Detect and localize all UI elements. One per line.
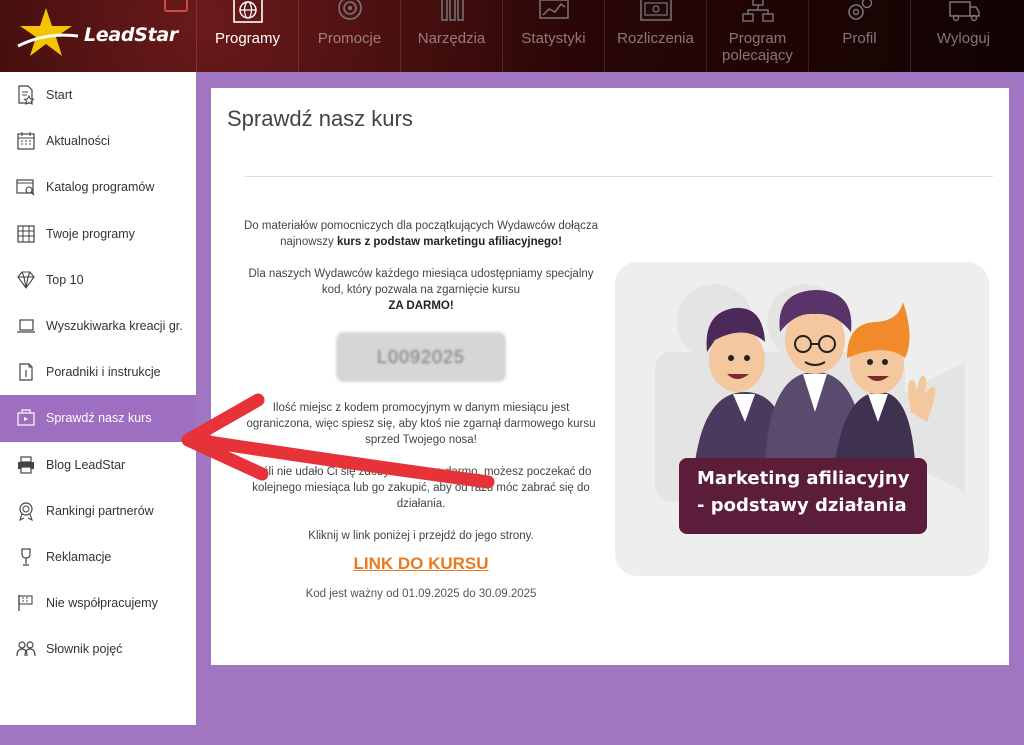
sidebar-item-rankingi-partnerow[interactable]: Rankingi partnerów: [0, 488, 196, 534]
limit-paragraph: Ilość miejsc z kodem promocyjnym w danym…: [246, 402, 596, 446]
nav-label: Statystyki: [521, 30, 586, 47]
nav-label: Wyloguj: [936, 30, 991, 47]
nav-promocje[interactable]: Promocje: [298, 0, 400, 72]
nav-label: Profil: [842, 30, 877, 47]
intro-bold-text: kurs z podstaw marketingu afiliacyjnego!: [336, 236, 562, 248]
sidebar-item-slownik-pojec[interactable]: Słownik pojęć: [0, 626, 196, 672]
course-banner: Marketing afiliacyjny - podstawy działan…: [679, 458, 927, 534]
sidebar-item-label: Rankingi partnerów: [46, 503, 154, 518]
nav-label: Programy: [214, 30, 281, 47]
course-icon: [16, 408, 36, 428]
network-icon: [740, 0, 776, 26]
top-navigation-bar: LeadStar Programy Promocje Narzędzia Sta…: [0, 0, 1024, 72]
sidebar-item-label: Nie współpracujemy: [46, 596, 158, 611]
money-icon: [638, 0, 674, 26]
tools-icon: [434, 0, 470, 26]
guide-icon: [16, 362, 36, 382]
diamond-icon: [16, 270, 36, 290]
promo-code-box[interactable]: L0092025: [336, 332, 506, 382]
sidebar-item-label: Start: [46, 88, 73, 103]
sidebar-item-label: Twoje programy: [46, 226, 135, 241]
sidebar-item-twoje-programy[interactable]: Twoje programy: [0, 211, 196, 257]
sidebar-item-start[interactable]: Start: [0, 72, 196, 118]
leadstar-logo[interactable]: LeadStar: [0, 0, 196, 72]
gears-icon: [842, 0, 878, 26]
course-card: Sprawdź nasz kurs Do materiałów pomocnic…: [211, 88, 1009, 665]
divider: [245, 176, 993, 177]
sidebar-item-label: Top 10: [46, 272, 84, 287]
sidebar-item-sprawdz-nasz-kurs[interactable]: Sprawdź nasz kurs: [0, 395, 196, 442]
catalog-search-icon: [16, 177, 36, 197]
nav-label: Program polecający: [722, 30, 793, 64]
flag-icon: [16, 593, 36, 613]
nav-program-polecajacy[interactable]: Program polecający: [706, 0, 808, 72]
nav-label: Narzędzia: [417, 30, 486, 47]
course-description: Do materiałów pomocniczych dla początkuj…: [241, 218, 601, 602]
free-label: ZA DARMO!: [388, 300, 454, 312]
banner-line-1: Marketing afiliacyjny: [697, 468, 910, 489]
truck-icon: [946, 0, 982, 26]
mail-icon[interactable]: [164, 0, 188, 12]
promo-code: L0092025: [376, 347, 466, 367]
nav-wyloguj[interactable]: Wyloguj: [910, 0, 1016, 72]
nav-programy[interactable]: Programy: [196, 0, 298, 72]
sidebar-item-label: Blog LeadStar: [46, 457, 126, 472]
sidebar: Start Aktualności Katalog programów Twoj…: [0, 72, 196, 725]
code-validity: Kod jest ważny od 01.09.2025 do 30.09.20…: [305, 588, 537, 600]
code-info-text: Dla naszych Wydawców każdego miesiąca ud…: [248, 268, 594, 296]
nav-statystyki[interactable]: Statystyki: [502, 0, 604, 72]
nav-rozliczenia[interactable]: Rozliczenia: [604, 0, 706, 72]
sidebar-item-nie-wspolpracujemy[interactable]: Nie współpracujemy: [0, 580, 196, 626]
sidebar-item-label: Sprawdź nasz kurs: [46, 411, 152, 426]
nav-label: Rozliczenia: [617, 30, 694, 47]
click-link-paragraph: Kliknij w link poniżej i przejdź do jego…: [308, 530, 534, 542]
sidebar-item-katalog-programow[interactable]: Katalog programów: [0, 164, 196, 210]
sidebar-item-label: Poradniki i instrukcje: [46, 365, 161, 380]
target-icon: [332, 0, 368, 26]
intro-paragraph: Do materiałów pomocniczych dla początkuj…: [241, 218, 601, 250]
people-icon: [16, 639, 36, 659]
grid-list-icon: [16, 224, 36, 244]
nav-narzedzia[interactable]: Narzędzia: [400, 0, 502, 72]
globe-icon: [230, 0, 266, 26]
sidebar-item-top-10[interactable]: Top 10: [0, 257, 196, 303]
sidebar-item-label: Wyszukiwarka kreacji gr.: [46, 319, 183, 334]
calendar-icon: [16, 131, 36, 151]
page-title: Sprawdź nasz kurs: [227, 106, 413, 131]
code-info-paragraph: Dla naszych Wydawców każdego miesiąca ud…: [241, 266, 601, 314]
logo-text: LeadStar: [84, 24, 178, 46]
sidebar-item-wyszukiwarka[interactable]: Wyszukiwarka kreacji gr.: [0, 303, 196, 349]
sidebar-item-label: Aktualności: [46, 134, 110, 149]
banner-line-2: - podstawy działania: [697, 495, 907, 516]
medal-icon: [16, 501, 36, 521]
sidebar-item-poradniki[interactable]: Poradniki i instrukcje: [0, 349, 196, 395]
sidebar-item-blog-leadstar[interactable]: Blog LeadStar: [0, 442, 196, 488]
star-logo-icon: [17, 8, 79, 56]
sidebar-item-label: Reklamacje: [46, 549, 112, 564]
purchase-paragraph: Jeśli nie udało Ci się zdobyć kursu za d…: [250, 466, 592, 510]
sidebar-item-label: Katalog programów: [46, 180, 155, 195]
course-link[interactable]: LINK DO KURSU: [353, 555, 488, 572]
sidebar-item-reklamacje[interactable]: Reklamacje: [0, 534, 196, 580]
document-star-icon: [16, 85, 36, 106]
sidebar-item-label: Słownik pojęć: [46, 642, 123, 657]
course-illustration: Marketing afiliacyjny - podstawy działan…: [615, 262, 989, 576]
nav-label: Promocje: [317, 30, 382, 47]
complaint-icon: [16, 547, 36, 567]
sidebar-item-aktualnosci[interactable]: Aktualności: [0, 118, 196, 164]
laptop-icon: [16, 316, 36, 336]
main-nav: Programy Promocje Narzędzia Statystyki R…: [196, 0, 1024, 72]
stats-icon: [536, 0, 572, 26]
printer-icon: [16, 455, 36, 475]
nav-profil[interactable]: Profil: [808, 0, 910, 72]
